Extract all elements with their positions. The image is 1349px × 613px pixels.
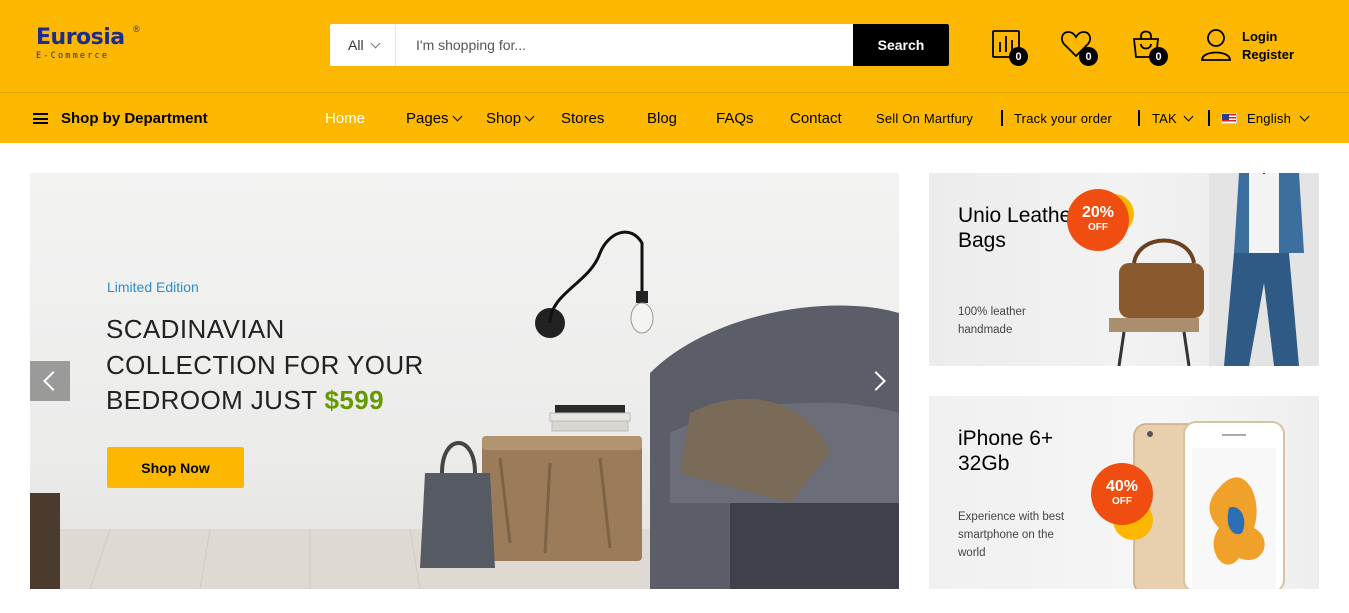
nav-item-blog[interactable]: Blog	[647, 93, 677, 144]
login-link[interactable]: Login	[1242, 28, 1294, 46]
shop-by-department-button[interactable]: Shop by Department	[33, 93, 208, 144]
discount-badge: 40% OFF	[1091, 463, 1153, 525]
discount-badge: 20% OFF	[1067, 189, 1129, 251]
nav-item-label: Shop	[486, 110, 522, 127]
hero-title-line: SCADINAVIAN	[106, 314, 285, 344]
nav-divider	[1208, 110, 1210, 126]
cart-button[interactable]: 0	[1130, 28, 1168, 66]
wishlist-button[interactable]: 0	[1060, 28, 1098, 66]
site-logo[interactable]: Eurosia ® E-Commerce	[36, 24, 146, 66]
main-nav: Shop by Department Home Pages Shop Store…	[0, 92, 1349, 143]
chevron-down-icon	[1299, 111, 1310, 122]
logo-tagline: E-Commerce	[36, 51, 110, 61]
search-category-value: All	[348, 37, 364, 53]
chevron-down-icon	[452, 111, 462, 122]
chevron-right-icon	[866, 371, 886, 391]
top-header: Eurosia ® E-Commerce All Search 0 0	[0, 0, 1349, 92]
user-icon	[1201, 29, 1231, 61]
promo-description: Experience with best smartphone on the w…	[958, 511, 1065, 559]
currency-select[interactable]: TAK	[1152, 93, 1194, 144]
discount-off-label: OFF	[1112, 496, 1132, 507]
nav-item-faqs[interactable]: FAQs	[716, 93, 754, 144]
nav-divider	[1001, 110, 1003, 126]
hero-title-text: BEDROOM JUST	[106, 385, 317, 415]
chevron-down-icon	[1183, 111, 1194, 122]
search-category-select[interactable]: All	[330, 24, 396, 66]
compare-count-badge: 0	[1009, 47, 1028, 66]
hero-label: Limited Edition	[107, 279, 199, 295]
slider-prev-button[interactable]	[30, 361, 70, 401]
promo-banner-leather-bags[interactable]: Unio Leather Bags 100% leather handmade …	[929, 173, 1319, 366]
account-links: Login Register	[1200, 26, 1320, 66]
logo-wordmark: Eurosia	[36, 25, 125, 50]
search-input[interactable]	[397, 24, 853, 66]
wishlist-count-badge: 0	[1079, 47, 1098, 66]
compare-button[interactable]: 0	[990, 28, 1028, 66]
nav-item-label: Stores	[561, 110, 605, 127]
slider-next-button[interactable]	[859, 361, 899, 401]
discount-off-label: OFF	[1088, 222, 1108, 233]
language-select[interactable]: English	[1221, 93, 1310, 144]
nav-divider	[1138, 110, 1140, 126]
chevron-down-icon	[370, 38, 381, 48]
nav-item-shop[interactable]: Shop	[486, 93, 535, 144]
nav-item-home[interactable]: Home	[325, 93, 365, 144]
nav-item-contact[interactable]: Contact	[790, 93, 842, 144]
department-label: Shop by Department	[61, 110, 208, 127]
nav-item-label: Pages	[406, 110, 449, 127]
logo-registered-mark: ®	[133, 24, 140, 34]
register-link[interactable]: Register	[1242, 46, 1294, 64]
cart-count-badge: 0	[1149, 47, 1168, 66]
hero-banner[interactable]: Limited Edition SCADINAVIAN COLLECTION F…	[30, 173, 899, 589]
nav-item-label: Contact	[790, 110, 842, 127]
hero-title: SCADINAVIAN COLLECTION FOR YOUR BEDROOM …	[106, 312, 486, 419]
nav-item-stores[interactable]: Stores	[561, 93, 604, 144]
discount-percent: 20%	[1081, 204, 1115, 221]
track-order-link[interactable]: Track your order	[1014, 93, 1112, 144]
nav-item-pages[interactable]: Pages	[406, 93, 462, 144]
discount-percent: 40%	[1105, 478, 1139, 495]
promo-banner-iphone[interactable]: iPhone 6+ 32Gb Experience with best smar…	[929, 396, 1319, 589]
chevron-down-icon	[524, 111, 535, 122]
menu-icon	[33, 113, 48, 124]
language-value: English	[1247, 111, 1292, 126]
nav-item-label: FAQs	[716, 110, 754, 127]
hero-price: $599	[324, 385, 384, 415]
promo-title: iPhone 6+ 32Gb	[958, 427, 1054, 475]
us-flag-icon	[1221, 113, 1237, 124]
nav-item-label: Blog	[647, 110, 678, 127]
currency-value: TAK	[1152, 111, 1177, 126]
hero-title-line: COLLECTION FOR YOUR	[106, 349, 424, 380]
shop-now-button[interactable]: Shop Now	[107, 447, 244, 488]
chevron-left-icon	[43, 371, 63, 391]
promo-description: 100% leather handmade	[958, 306, 1026, 336]
sell-link[interactable]: Sell On Martfury	[876, 93, 973, 144]
hero-title-line: BEDROOM JUST $599	[106, 383, 486, 419]
nav-item-label: Home	[325, 110, 366, 127]
search-button[interactable]: Search	[853, 24, 949, 66]
search-bar: All Search	[330, 24, 949, 66]
